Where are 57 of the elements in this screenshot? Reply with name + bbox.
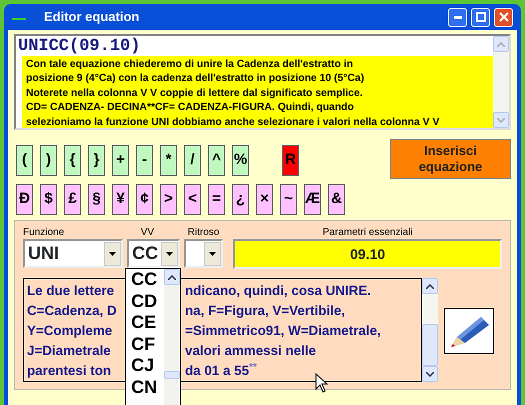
scroll-up-button[interactable] xyxy=(422,278,438,294)
equation-formula: UNICC(09.10) xyxy=(18,38,142,56)
maximize-button[interactable] xyxy=(471,8,490,26)
symbol-button[interactable]: > xyxy=(160,184,177,215)
parameters-field[interactable]: 09.10 xyxy=(233,239,502,269)
note-text: Con tale equazione chiederemo di unire la Cadenza dell'estratto in posizione 9 (4°Ca) con la cadenza dell'estratto in posizione 10 (5°Ca) Noterete nella colonna V V coppie di lettere dal significato semplice. CD= CADENZA- DECINA**CF= CADENZA-FIGURA. Quindi, quando selezioniamo la funzione UNI dobbiamo anche selezionare i valori nella colonna V V xyxy=(22,56,493,128)
operator-button[interactable]: + xyxy=(112,145,129,176)
symbol-button[interactable]: Æ xyxy=(304,184,321,215)
scroll-down-button[interactable] xyxy=(422,366,438,382)
scroll-up-button[interactable] xyxy=(164,269,180,285)
caret-icon xyxy=(166,252,173,256)
reset-button[interactable]: R xyxy=(282,145,299,176)
edit-button[interactable] xyxy=(444,308,494,354)
dropdown-option[interactable]: CJ xyxy=(126,355,164,376)
minimize-icon xyxy=(454,16,462,18)
scroll-thumb[interactable] xyxy=(422,324,438,366)
operator-button[interactable]: - xyxy=(136,145,153,176)
field-label: Parametri essenziali xyxy=(322,227,413,238)
insert-equation-button[interactable]: Inserisci equazione xyxy=(390,139,511,179)
maximize-icon xyxy=(476,12,486,22)
operator-button[interactable]: * xyxy=(160,145,177,176)
symbol-button[interactable]: ¥ xyxy=(112,184,129,215)
dropdown-option[interactable]: CC xyxy=(126,269,164,290)
scrollbar[interactable] xyxy=(422,278,438,382)
window-title: Editor equation xyxy=(44,8,140,26)
symbol-button[interactable]: £ xyxy=(64,184,81,215)
symbol-button[interactable]: ~ xyxy=(280,184,297,215)
dropdown-option[interactable]: CF xyxy=(126,334,164,355)
close-icon xyxy=(498,12,508,22)
caret-icon xyxy=(109,252,116,256)
field-label: Funzione xyxy=(23,227,66,239)
operator-button[interactable]: / xyxy=(184,145,201,176)
scroll-thumb[interactable] xyxy=(164,371,180,379)
symbol-button[interactable]: & xyxy=(328,184,345,215)
equation-editor[interactable] xyxy=(14,34,511,130)
operator-button[interactable]: } xyxy=(88,145,105,176)
symbol-button[interactable]: § xyxy=(88,184,105,215)
symbol-button[interactable]: ¢ xyxy=(136,184,153,215)
symbol-button[interactable]: $ xyxy=(40,184,57,215)
operator-button[interactable]: { xyxy=(64,145,81,176)
caret-icon xyxy=(209,252,216,256)
symbol-button[interactable]: < xyxy=(184,184,201,215)
operator-button[interactable]: ) xyxy=(40,145,57,176)
close-button[interactable] xyxy=(494,8,513,26)
symbol-button[interactable]: × xyxy=(256,184,273,215)
symbol-button[interactable]: ¿ xyxy=(232,184,249,215)
dropdown-option[interactable]: CN xyxy=(126,376,164,398)
field-label: Ritroso xyxy=(188,227,220,238)
function-dropdown[interactable]: UNI xyxy=(23,239,124,268)
symbol-button[interactable]: = xyxy=(208,184,225,215)
operator-button[interactable]: ^ xyxy=(208,145,225,176)
vv-dropdown[interactable]: CC xyxy=(127,239,180,268)
operator-button[interactable]: % xyxy=(232,145,249,176)
field-label: VV xyxy=(140,227,154,238)
symbol-button[interactable]: Đ xyxy=(16,184,33,215)
minimize-button[interactable] xyxy=(448,8,467,26)
operator-button[interactable]: ( xyxy=(16,145,33,176)
